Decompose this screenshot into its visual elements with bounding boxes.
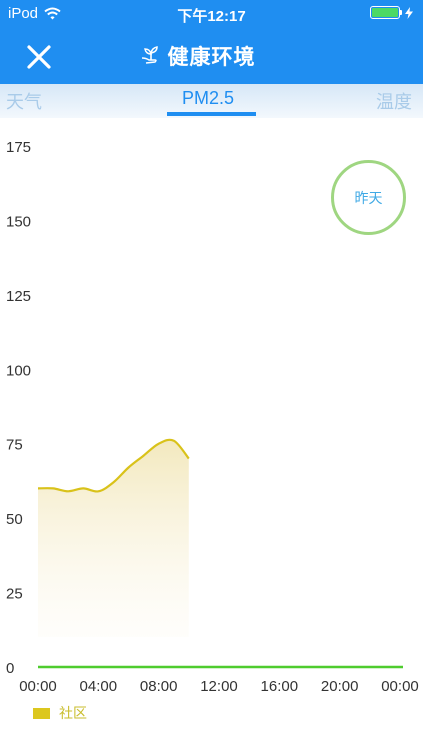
x-tick-label: 20:00: [321, 678, 359, 695]
tab-weather[interactable]: 天气: [6, 88, 42, 114]
x-tick-label: 16:00: [261, 678, 299, 695]
tab-pm25[interactable]: PM2.5: [182, 88, 234, 109]
yesterday-button[interactable]: 昨天: [331, 160, 406, 235]
tab-bar: 天气 PM2.5 温度: [0, 84, 423, 118]
charging-icon: [405, 6, 413, 19]
x-tick-label: 08:00: [140, 678, 178, 695]
series-area: [38, 439, 189, 637]
legend-swatch: [33, 707, 50, 719]
y-tick-label: 25: [6, 586, 23, 603]
y-tick-label: 100: [6, 362, 31, 379]
legend-label: 社区: [59, 705, 87, 721]
page-title: 健康环境: [167, 46, 256, 69]
y-tick-label: 150: [6, 213, 31, 230]
y-tick-label: 50: [6, 511, 23, 528]
y-tick-label: 125: [6, 288, 31, 305]
x-tick-label: 00:00: [381, 678, 419, 695]
y-tick-label: 75: [6, 437, 23, 454]
x-tick-label: 04:00: [80, 678, 118, 695]
legend: 社区: [33, 703, 87, 723]
y-tick-label: 175: [6, 139, 31, 156]
tab-underline: [167, 112, 256, 116]
status-bar: iPod 下午12:17: [0, 0, 423, 28]
x-tick-label: 00:00: [19, 678, 57, 695]
status-time: 下午12:17: [177, 8, 246, 25]
x-tick-label: 12:00: [200, 678, 238, 695]
battery-icon: [370, 6, 413, 19]
tab-temperature[interactable]: 温度: [376, 88, 412, 114]
nav-bar: 健康环境: [0, 28, 423, 84]
y-tick-label: 0: [6, 660, 14, 677]
